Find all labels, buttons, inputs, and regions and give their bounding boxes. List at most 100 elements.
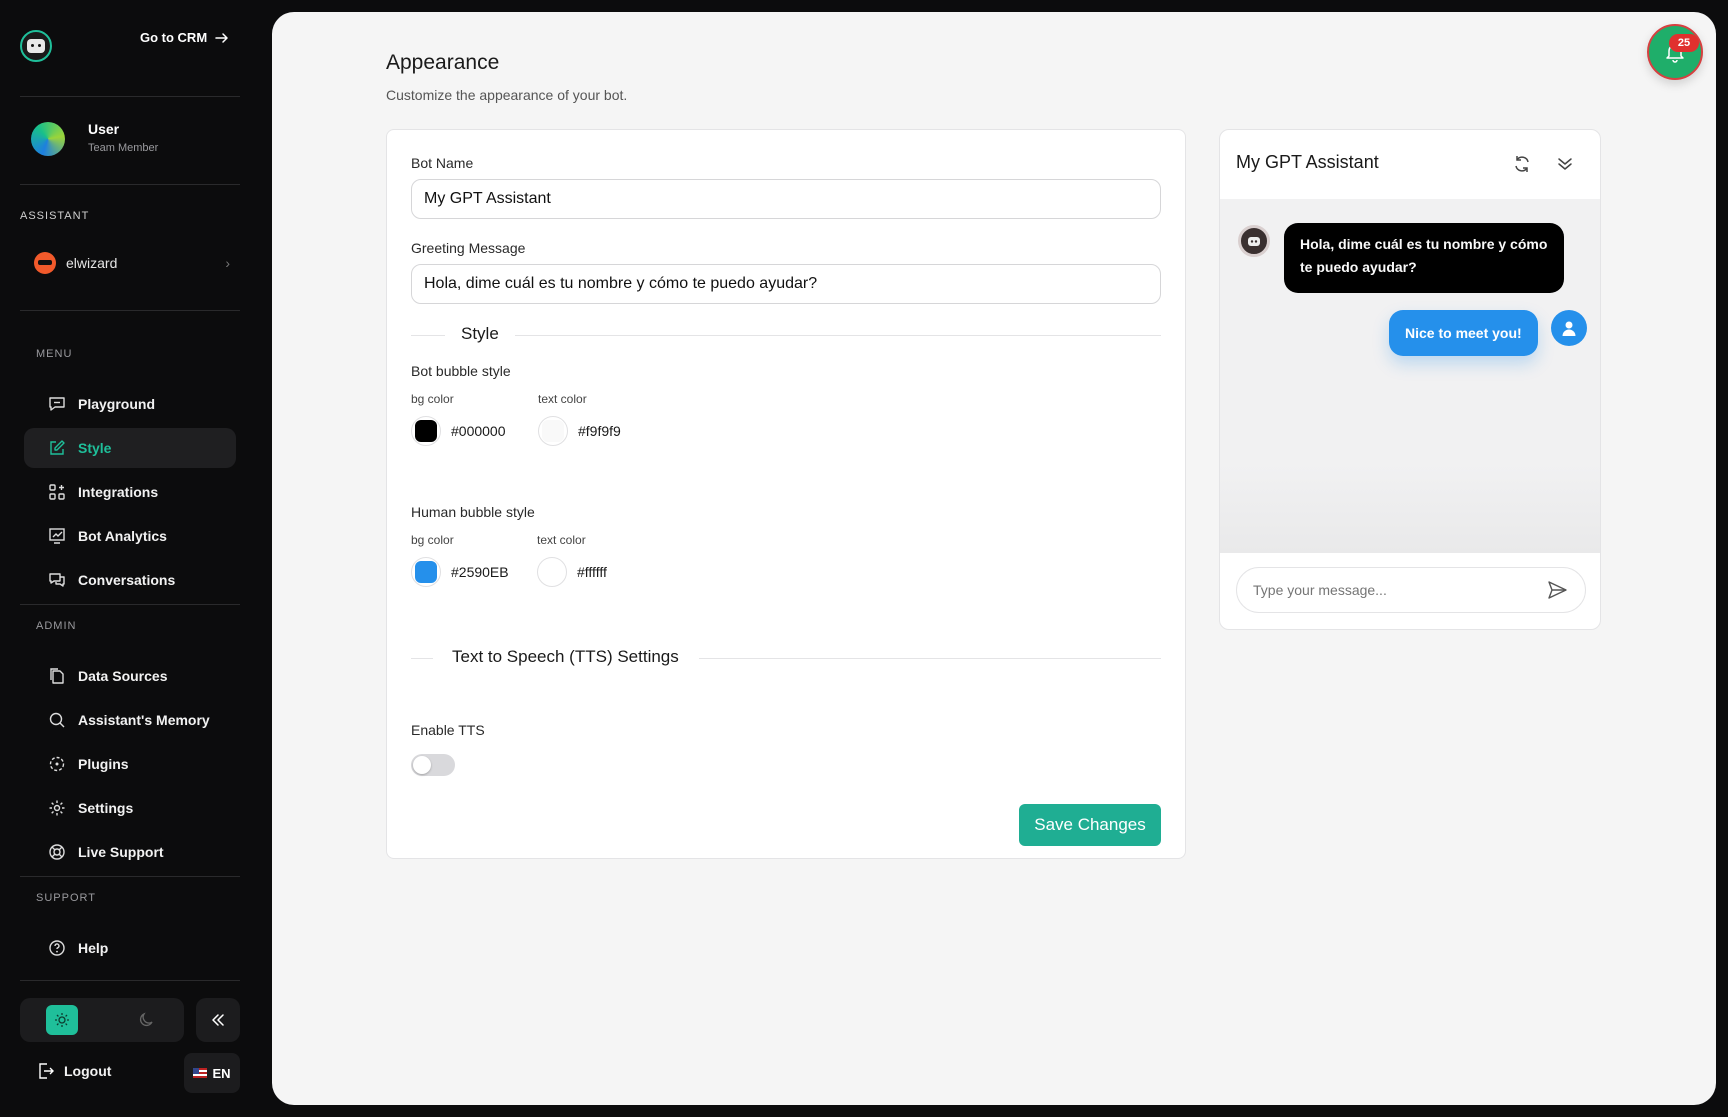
appearance-form: Bot Name Greeting Message Style Bot bubb… [386,129,1186,859]
assistant-section-label: ASSISTANT [20,210,90,222]
human-text-color-picker[interactable] [537,557,567,587]
sidebar-item-label: Style [78,440,112,456]
user-name: User [88,121,120,137]
human-message-bubble: Nice to meet you! [1389,310,1538,356]
color-swatch [415,561,437,583]
assistant-selector[interactable]: elwizard › [34,250,230,276]
chat-bubbles-icon [48,571,66,589]
bot-text-color-label: text color [538,392,587,406]
collapse-sidebar-button[interactable] [196,998,240,1042]
sidebar-item-label: Help [78,940,109,956]
style-section-header: Style [411,324,1161,348]
bot-bg-color-value: #000000 [451,423,506,439]
bot-name-label: Bot Name [411,155,474,171]
sidebar-item-data-sources[interactable]: Data Sources [24,656,236,696]
plugin-icon [48,755,66,773]
bot-name-input[interactable] [411,179,1161,219]
files-icon [48,667,66,685]
human-bubble-style-label: Human bubble style [411,504,535,520]
dark-mode-button[interactable] [130,1005,162,1035]
grid-plus-icon [48,483,66,501]
preview-title: My GPT Assistant [1236,152,1379,172]
chevrons-left-icon [212,1014,224,1026]
chevrons-down-icon[interactable] [1555,154,1575,174]
pencil-square-icon [48,439,66,457]
chevron-right-icon: › [225,255,230,271]
avatar[interactable] [31,122,65,156]
color-swatch [415,420,437,442]
assistant-avatar [34,252,56,274]
divider [20,604,240,605]
sidebar-item-plugins[interactable]: Plugins [24,744,236,784]
main-content: Appearance Customize the appearance of y… [272,12,1716,1105]
sidebar-item-label: Bot Analytics [78,528,167,544]
sidebar-item-label: Settings [78,800,134,816]
sidebar-item-assistants-memory[interactable]: Assistant's Memory [24,700,236,740]
sidebar-item-integrations[interactable]: Integrations [24,472,236,512]
sidebar-item-settings[interactable]: Settings [24,788,236,828]
language-selector[interactable]: EN [184,1053,240,1093]
bot-text-color-picker[interactable] [538,416,568,446]
human-text-color-value: #ffffff [577,564,607,580]
logout-button[interactable]: Logout [38,1062,111,1080]
language-label: EN [212,1065,231,1081]
sidebar-item-label: Live Support [78,844,164,860]
gear-icon [48,799,66,817]
bot-avatar [1238,225,1270,257]
greeting-input[interactable] [411,264,1161,304]
user-avatar [1551,310,1587,346]
chat-preview: My GPT Assistant Hola, dime cuál es tu n… [1219,129,1601,630]
go-to-crm-label: Go to CRM [140,30,208,45]
save-changes-button[interactable]: Save Changes [1019,804,1161,846]
notification-count-badge: 25 [1669,34,1699,52]
sidebar-item-style[interactable]: Style [24,428,236,468]
enable-tts-toggle[interactable] [411,754,455,776]
sidebar: Go to CRM User Team Member ASSISTANT elw… [0,0,272,1117]
sidebar-item-label: Conversations [78,572,176,588]
human-bg-color-picker[interactable] [411,557,441,587]
tts-section-header: Text to Speech (TTS) Settings [411,647,1161,671]
bot-bg-color-label: bg color [411,392,454,406]
sidebar-item-help[interactable]: Help [24,928,236,968]
sidebar-item-label: Data Sources [78,668,168,684]
refresh-icon[interactable] [1512,154,1532,174]
app-logo[interactable] [20,30,52,62]
user-icon [1562,321,1576,336]
chat-message-input[interactable] [1236,567,1586,613]
chat-bubble-icon [48,395,66,413]
moon-icon [140,1012,153,1026]
bot-message-bubble: Hola, dime cuál es tu nombre y cómo te p… [1284,223,1564,293]
tts-section-title: Text to Speech (TTS) Settings [452,647,679,666]
enable-tts-label: Enable TTS [411,722,485,738]
notifications-button[interactable] [1647,24,1703,80]
admin-section-label: ADMIN [36,620,77,632]
sidebar-item-live-support[interactable]: Live Support [24,832,236,872]
search-icon [48,711,66,729]
sidebar-item-label: Integrations [78,484,159,500]
question-circle-icon [48,939,66,957]
support-section-label: SUPPORT [36,892,96,904]
go-to-crm-link[interactable]: Go to CRM [140,30,229,45]
bot-bg-color-picker[interactable] [411,416,441,446]
style-section-title: Style [461,324,499,343]
greeting-label: Greeting Message [411,240,526,256]
send-icon[interactable] [1546,579,1568,601]
sun-icon [55,1013,69,1027]
human-bg-color-label: bg color [411,533,454,547]
sidebar-item-bot-analytics[interactable]: Bot Analytics [24,516,236,556]
sidebar-item-playground[interactable]: Playground [24,384,236,424]
bot-bubble-style-label: Bot bubble style [411,363,511,379]
light-mode-button[interactable] [46,1005,78,1035]
us-flag-icon [193,1068,208,1078]
divider [20,96,240,97]
lifebuoy-icon [48,843,66,861]
arrow-right-icon [215,32,228,43]
divider [20,980,240,981]
sidebar-item-label: Playground [78,396,156,412]
user-role: Team Member [88,142,159,154]
sidebar-item-conversations[interactable]: Conversations [24,560,236,600]
divider [20,310,240,311]
page-title: Appearance [386,51,500,74]
sidebar-item-label: Plugins [78,756,129,772]
robot-icon [1248,237,1260,246]
